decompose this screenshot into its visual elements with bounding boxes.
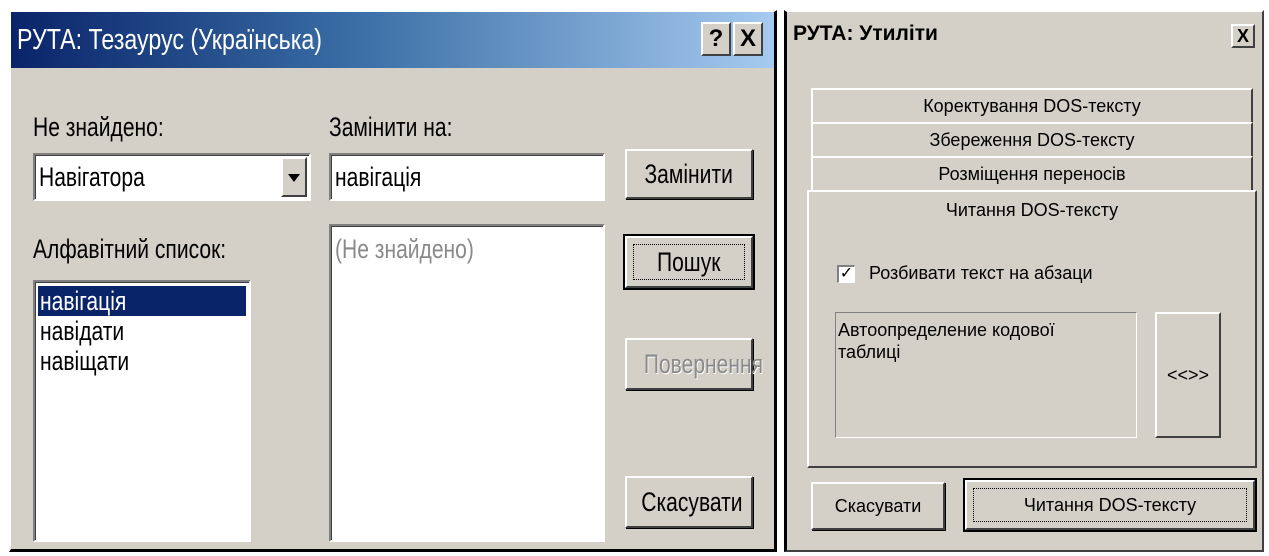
replace-button[interactable]: Замінити — [625, 149, 753, 199]
utilities-dialog: РУТА: Утиліти X Коректування DOS-тексту … — [784, 10, 1264, 552]
replace-button-label: Замінити — [644, 159, 734, 189]
chevron-down-icon — [288, 174, 300, 182]
search-button[interactable]: Пошук — [623, 234, 755, 290]
alphabet-label: Алфавітний список: — [33, 234, 227, 264]
tab-dos-read[interactable]: Читання DOS-тексту — [809, 200, 1255, 221]
cancel-button[interactable]: Скасувати — [811, 482, 945, 530]
check-icon: ✓ — [839, 265, 854, 282]
replace-with-input[interactable]: навігація — [329, 153, 605, 201]
encoding-text-box: Автоопределение кодової таблиці — [835, 312, 1137, 438]
cancel-button-label: Скасувати — [641, 487, 743, 517]
meanings-list[interactable]: (Не знайдено) — [329, 224, 605, 542]
encoding-text: Автоопределение кодової таблиці — [838, 320, 1055, 362]
tab-dos-correction[interactable]: Коректування DOS-тексту — [811, 88, 1253, 122]
not-found-combobox[interactable]: Навігатора — [33, 153, 311, 201]
meanings-placeholder: (Не знайдено) — [335, 234, 474, 264]
return-button[interactable]: Повернення — [625, 338, 763, 390]
replace-with-label: Замінити на: — [329, 112, 453, 142]
split-paragraphs-checkbox[interactable]: ✓ — [837, 265, 855, 283]
thesaurus-dialog: РУТА: Тезаурус (Українська) ? X Не знайд… — [9, 10, 777, 552]
list-item[interactable]: навіщати — [38, 346, 154, 376]
replace-with-value: навігація — [335, 162, 422, 192]
tab-hyphenation[interactable]: Розміщення переносів — [811, 156, 1253, 190]
utilities-titlebar[interactable]: РУТА: Утиліти X — [787, 12, 1260, 62]
search-button-label: Пошук — [657, 247, 721, 277]
cancel-button[interactable]: Скасувати — [625, 476, 753, 528]
thesaurus-titlebar[interactable]: РУТА: Тезаурус (Українська) ? X — [11, 12, 774, 68]
tab-panel-dos-read: Читання DOS-тексту ✓ Розбивати текст на … — [807, 190, 1257, 468]
focus-rect — [973, 488, 1247, 522]
tab-dos-save[interactable]: Збереження DOS-тексту — [811, 122, 1253, 156]
not-found-value: Навігатора — [39, 162, 145, 192]
dropdown-button[interactable] — [281, 157, 307, 197]
utilities-title: РУТА: Утиліти — [793, 22, 938, 45]
not-found-label: Не знайдено: — [33, 112, 164, 142]
split-paragraphs-label: Розбивати текст на абзаци — [869, 263, 1093, 283]
read-dos-text-button[interactable]: Читання DOS-тексту — [963, 478, 1257, 532]
close-button[interactable]: X — [1231, 24, 1255, 48]
alphabet-list[interactable]: навігація навідати навіщати — [33, 280, 251, 542]
thesaurus-title: РУТА: Тезаурус (Українська) — [17, 24, 322, 56]
list-item[interactable]: навігація — [38, 286, 246, 316]
help-button[interactable]: ? — [701, 22, 731, 56]
close-button[interactable]: X — [733, 22, 763, 56]
encoding-button[interactable]: <<>> — [1155, 312, 1221, 438]
return-button-label: Повернення — [643, 349, 764, 379]
list-item[interactable]: навідати — [38, 316, 148, 346]
